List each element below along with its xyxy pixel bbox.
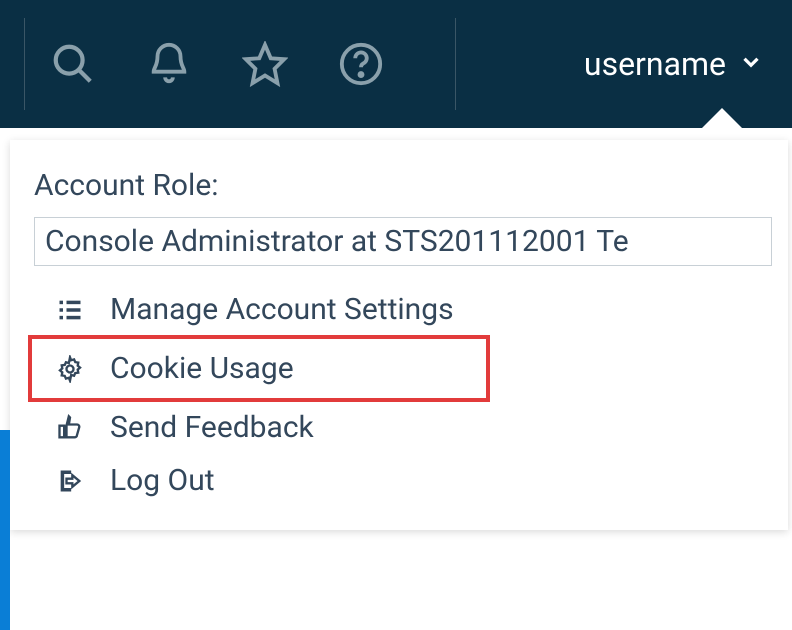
logout-icon xyxy=(54,467,86,495)
dropdown-caret xyxy=(702,108,742,128)
account-role-label: Account Role: xyxy=(10,168,788,217)
bell-icon[interactable] xyxy=(146,41,192,87)
divider xyxy=(24,18,25,110)
account-role-field[interactable]: Console Administrator at STS201112001 Te xyxy=(34,217,772,266)
menu-item-label: Manage Account Settings xyxy=(110,292,454,327)
thumbs-up-icon xyxy=(54,414,86,442)
gear-icon xyxy=(54,355,86,383)
menu-manage-account-settings[interactable]: Manage Account Settings xyxy=(10,284,788,335)
help-icon[interactable] xyxy=(338,41,384,87)
menu-cookie-usage[interactable]: Cookie Usage xyxy=(30,337,488,400)
chevron-down-icon xyxy=(738,45,764,83)
menu-send-feedback[interactable]: Send Feedback xyxy=(10,402,788,453)
list-icon xyxy=(54,296,86,324)
menu-item-label: Log Out xyxy=(110,463,215,498)
menu-log-out[interactable]: Log Out xyxy=(10,455,788,506)
header-icons xyxy=(0,0,384,128)
star-icon[interactable] xyxy=(242,41,288,87)
side-accent xyxy=(0,430,10,630)
search-icon[interactable] xyxy=(50,41,96,87)
menu-item-label: Send Feedback xyxy=(110,410,314,445)
username-label: username xyxy=(584,45,726,83)
menu-item-label: Cookie Usage xyxy=(110,351,294,386)
user-dropdown: Account Role: Console Administrator at S… xyxy=(10,140,788,530)
divider xyxy=(455,18,456,110)
app-header: username xyxy=(0,0,792,128)
